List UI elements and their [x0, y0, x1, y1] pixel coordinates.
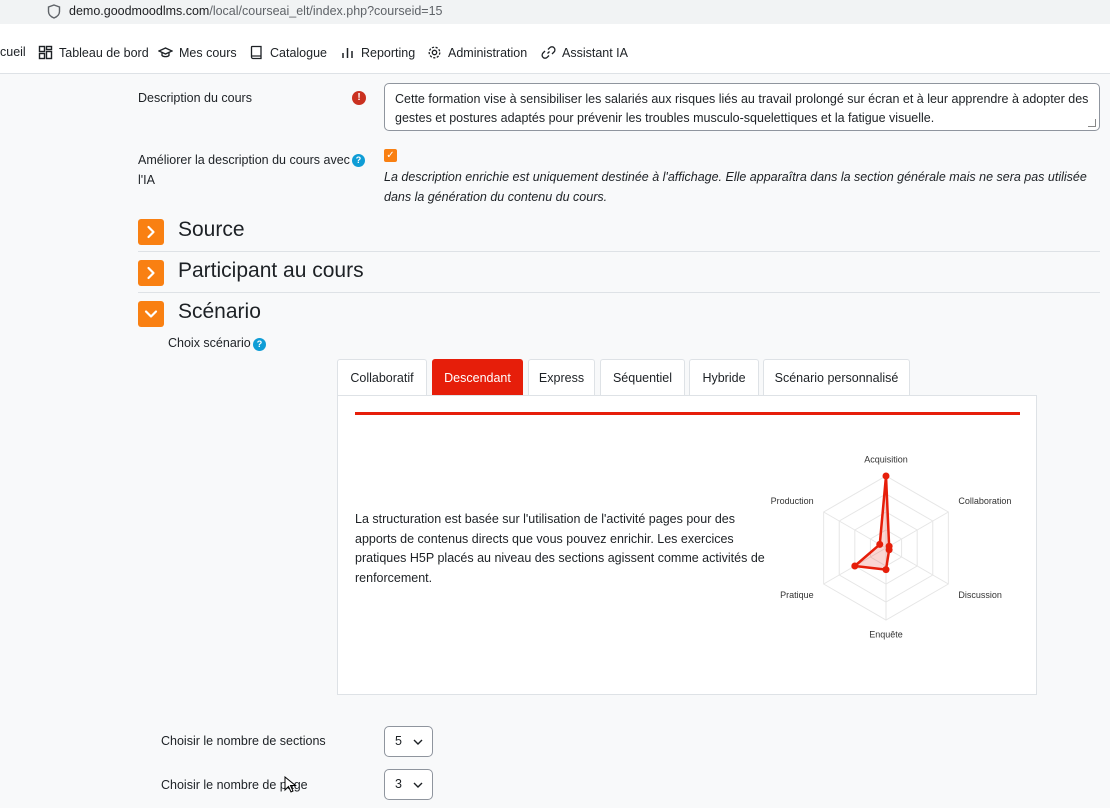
- radar-data-point: [851, 562, 859, 570]
- nav-item-label: Reporting: [361, 45, 416, 60]
- graduation-cap-icon: [158, 47, 173, 58]
- accent-divider: [355, 412, 1020, 415]
- radar-axis-label: Pratique: [780, 590, 814, 600]
- nav-item-accueil[interactable]: cueil: [0, 45, 26, 59]
- bar-chart-icon: [342, 48, 353, 58]
- section-title[interactable]: Participant au cours: [178, 259, 364, 283]
- radar-axis-label: Discussion: [958, 590, 1002, 600]
- improve-description-checkbox[interactable]: ✓: [384, 149, 397, 162]
- improve-description-text: Améliorer la description du cours avec l…: [138, 153, 350, 187]
- tab-descendant[interactable]: Descendant: [432, 359, 523, 395]
- link-icon: [541, 46, 556, 59]
- nav-item-reporting[interactable]: Reporting: [340, 45, 415, 60]
- chevron-down-icon: [413, 739, 423, 745]
- scenario-choice-label: Choix scénario: [168, 333, 251, 353]
- radar-data-point: [876, 540, 884, 548]
- browser-url-bar[interactable]: demo.goodmoodlms.com/local/courseai_elt/…: [0, 0, 1110, 24]
- radar-axis-label: Acquisition: [864, 454, 908, 464]
- resize-handle-icon[interactable]: [1088, 119, 1096, 127]
- chevron-down-icon: [144, 310, 158, 318]
- shield-icon: [47, 4, 61, 19]
- course-description-text: Cette formation vise à sensibiliser les …: [395, 92, 1089, 125]
- scenario-radar-chart: Acquisition Collaboration Discussion Enquêt…: [771, 454, 1012, 640]
- section-participant[interactable]: Participant au cours: [138, 253, 1100, 293]
- nav-item-label: Mes cours: [179, 45, 237, 60]
- nav-item-label: Administration: [448, 45, 528, 60]
- improve-description-hint: La description enrichie est uniquement d…: [384, 170, 1087, 204]
- required-icon: !: [352, 91, 366, 105]
- gear-icon: [428, 46, 441, 59]
- top-navigation: cueil Tableau de bord Mes cours Catalogu…: [0, 34, 1110, 74]
- nav-item-catalogue[interactable]: Catalogue: [249, 45, 327, 60]
- improve-description-label: Améliorer la description du cours avec l…: [138, 150, 368, 190]
- radar-series-area: [853, 474, 891, 571]
- section-source[interactable]: Source: [138, 212, 1100, 252]
- nav-item-assistant-ia[interactable]: Assistant IA: [541, 45, 628, 60]
- nav-item-tableau-de-bord[interactable]: Tableau de bord: [38, 45, 149, 60]
- nav-item-label: cueil: [0, 45, 26, 59]
- radar-data-point: [882, 566, 890, 574]
- radar-data-point: [885, 546, 893, 554]
- chevron-right-icon: [147, 225, 155, 239]
- help-icon[interactable]: ?: [253, 338, 266, 351]
- tab-collaboratif[interactable]: Collaboratif: [337, 359, 427, 395]
- tab-sequentiel[interactable]: Séquentiel: [600, 359, 685, 395]
- sections-count-select[interactable]: 5: [384, 726, 433, 757]
- pages-count-value: 3: [395, 777, 402, 791]
- tab-scenario-personnalise[interactable]: Scénario personnalisé: [763, 359, 910, 395]
- book-icon: [250, 45, 262, 60]
- pages-count-select[interactable]: 3: [384, 769, 433, 800]
- radar-data-point: [882, 472, 890, 480]
- scenario-description: La structuration est basée sur l'utilisa…: [355, 512, 765, 585]
- course-description-textarea[interactable]: Cette formation vise à sensibiliser les …: [384, 83, 1100, 131]
- tab-express[interactable]: Express: [528, 359, 595, 395]
- scenario-panel: La structuration est basée sur l'utilisa…: [337, 395, 1037, 695]
- radar-axis-label: Collaboration: [958, 496, 1011, 506]
- dashboard-icon: [38, 45, 53, 60]
- help-icon[interactable]: ?: [352, 154, 365, 167]
- nav-item-label: Catalogue: [270, 45, 327, 60]
- expand-button[interactable]: [138, 219, 164, 245]
- tab-hybride[interactable]: Hybride: [689, 359, 759, 395]
- section-scenario[interactable]: Scénario: [138, 294, 1100, 334]
- scenario-choice-text: Choix scénario: [168, 336, 251, 350]
- section-title[interactable]: Scénario: [178, 300, 261, 324]
- nav-item-label: Assistant IA: [562, 45, 628, 60]
- mouse-cursor-icon: [284, 776, 297, 793]
- radar-axis-label: Enquête: [869, 630, 903, 640]
- description-label: Description du cours: [138, 91, 252, 105]
- nav-item-administration[interactable]: Administration: [427, 45, 527, 60]
- radar-axis-label: Production: [771, 496, 814, 506]
- chevron-down-icon: [413, 782, 423, 788]
- section-title[interactable]: Source: [178, 218, 245, 242]
- nav-item-label: Tableau de bord: [59, 45, 149, 60]
- sections-count-label: Choisir le nombre de sections: [161, 734, 326, 748]
- url-text[interactable]: demo.goodmoodlms.com/local/courseai_elt/…: [69, 4, 443, 18]
- chevron-right-icon: [147, 266, 155, 280]
- sections-count-value: 5: [395, 734, 402, 748]
- nav-item-mes-cours[interactable]: Mes cours: [158, 45, 237, 60]
- collapse-button[interactable]: [138, 301, 164, 327]
- expand-button[interactable]: [138, 260, 164, 286]
